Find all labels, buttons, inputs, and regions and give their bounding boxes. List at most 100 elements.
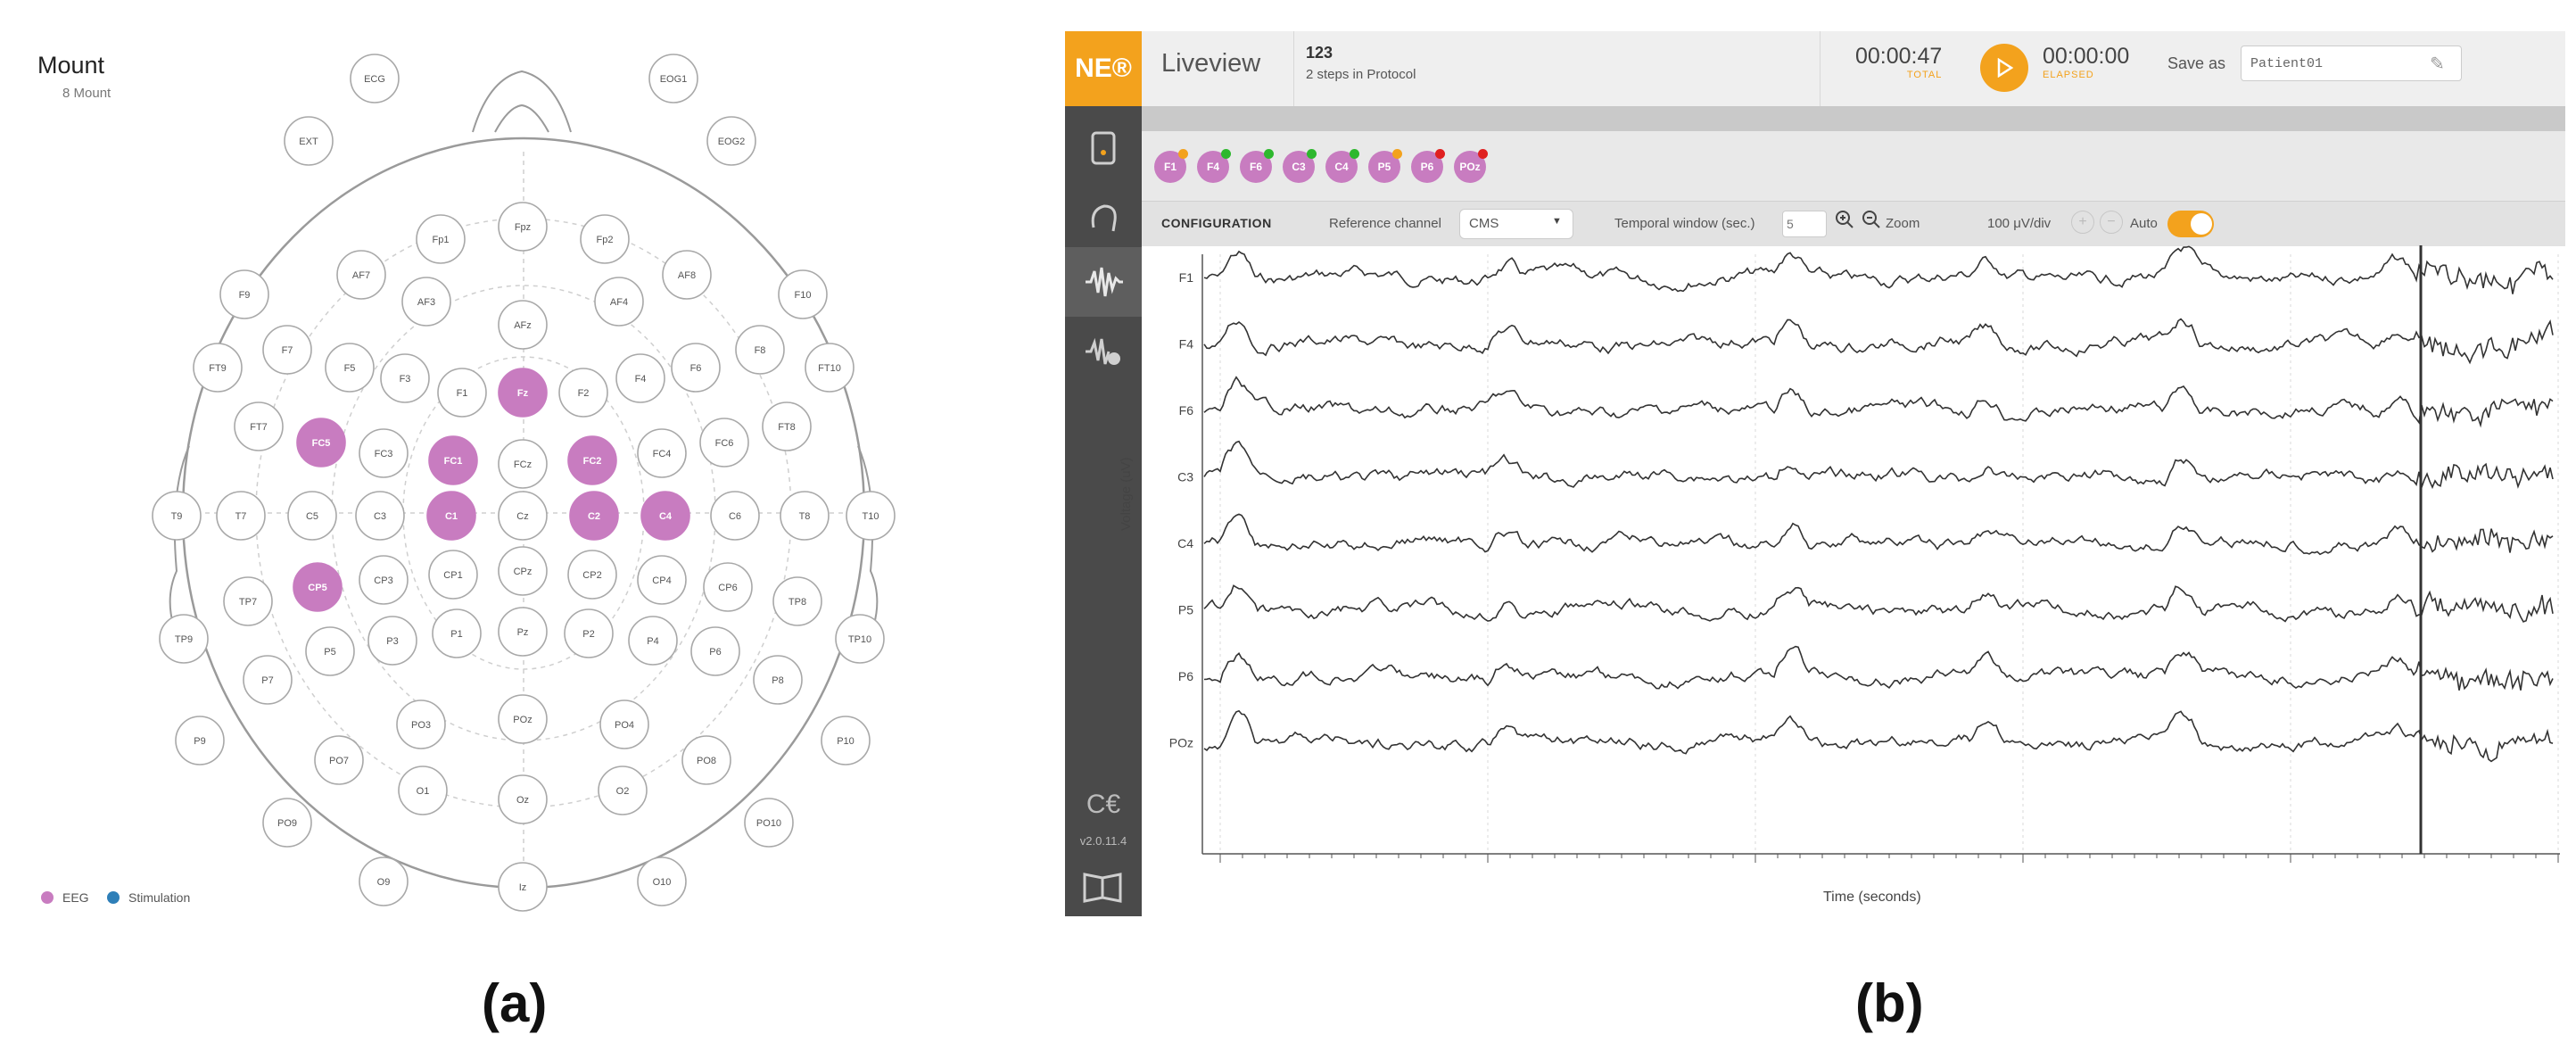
electrode-cp3[interactable]: CP3 [359, 555, 409, 605]
electrode-po4[interactable]: PO4 [599, 699, 649, 749]
electrode-f5[interactable]: F5 [325, 343, 375, 393]
electrode-f1[interactable]: F1 [437, 368, 487, 418]
electrode-cp2[interactable]: CP2 [567, 550, 617, 600]
temporal-window-input[interactable] [1782, 211, 1827, 237]
electrode-t7[interactable]: T7 [216, 491, 266, 541]
electrode-poz[interactable]: POz [498, 694, 548, 744]
electrode-p7[interactable]: P7 [243, 655, 293, 705]
electrode-p6[interactable]: P6 [690, 626, 740, 676]
scale-increase-button[interactable]: + [2071, 211, 2094, 234]
electrode-o10[interactable]: O10 [637, 857, 687, 906]
electrode-o1[interactable]: O1 [398, 765, 448, 815]
channel-chip-c3[interactable]: C3 [1283, 149, 1317, 183]
scale-decrease-button[interactable]: − [2100, 211, 2123, 234]
electrode-f8[interactable]: F8 [735, 325, 785, 375]
electrode-p9[interactable]: P9 [175, 716, 225, 765]
electrode-fc3[interactable]: FC3 [359, 428, 409, 478]
electrode-fpz[interactable]: Fpz [498, 202, 548, 252]
electrode-eog1[interactable]: EOG1 [648, 54, 698, 103]
electrode-po9[interactable]: PO9 [262, 798, 312, 848]
electrode-tp8[interactable]: TP8 [772, 576, 822, 626]
channel-chip-poz[interactable]: POz [1454, 149, 1488, 183]
electrode-f3[interactable]: F3 [380, 353, 430, 403]
electrode-fz[interactable]: Fz [498, 368, 548, 418]
play-button[interactable] [1980, 44, 2028, 92]
electrode-po10[interactable]: PO10 [744, 798, 794, 848]
electrode-p5[interactable]: P5 [305, 626, 355, 676]
electrode-cp5[interactable]: CP5 [293, 562, 343, 612]
channel-chip-p6[interactable]: P6 [1411, 149, 1445, 183]
electrode-cp1[interactable]: CP1 [428, 550, 478, 600]
electrode-p10[interactable]: P10 [821, 716, 871, 765]
electrode-f9[interactable]: F9 [219, 269, 269, 319]
device-icon[interactable] [1065, 113, 1142, 183]
electrode-ft7[interactable]: FT7 [234, 401, 284, 451]
electrode-ft8[interactable]: FT8 [762, 401, 812, 451]
electrode-fc4[interactable]: FC4 [637, 428, 687, 478]
electrode-tp9[interactable]: TP9 [159, 614, 209, 664]
electrode-c3[interactable]: C3 [355, 491, 405, 541]
waveform-icon[interactable] [1065, 247, 1142, 317]
electrode-c5[interactable]: C5 [287, 491, 337, 541]
electrode-o2[interactable]: O2 [598, 765, 648, 815]
electrode-c2[interactable]: C2 [569, 491, 619, 541]
electrode-cpz[interactable]: CPz [498, 546, 548, 596]
electrode-cz[interactable]: Cz [498, 491, 548, 541]
channel-chip-f4[interactable]: F4 [1197, 149, 1231, 183]
electrode-fc5[interactable]: FC5 [296, 418, 346, 468]
electrode-oz[interactable]: Oz [498, 774, 548, 824]
save-as-input[interactable] [2241, 46, 2462, 81]
electrode-af3[interactable]: AF3 [401, 277, 451, 327]
electrode-ext[interactable]: EXT [284, 116, 334, 166]
electrode-o9[interactable]: O9 [359, 857, 409, 906]
electrode-t10[interactable]: T10 [846, 491, 896, 541]
electrode-ft10[interactable]: FT10 [805, 343, 855, 393]
electrode-af7[interactable]: AF7 [336, 250, 386, 300]
electrode-p4[interactable]: P4 [628, 616, 678, 666]
electrode-fp1[interactable]: Fp1 [416, 214, 466, 264]
electrode-p3[interactable]: P3 [367, 616, 417, 666]
manual-icon[interactable] [1065, 852, 1142, 922]
electrode-fp2[interactable]: Fp2 [580, 214, 630, 264]
electrode-po8[interactable]: PO8 [681, 735, 731, 785]
electrode-c6[interactable]: C6 [710, 491, 760, 541]
electrode-f4[interactable]: F4 [615, 353, 665, 403]
electrode-f2[interactable]: F2 [558, 368, 608, 418]
electrode-tp7[interactable]: TP7 [223, 576, 273, 626]
channel-chip-f6[interactable]: F6 [1240, 149, 1274, 183]
zoom-out-icon[interactable] [1861, 209, 1882, 236]
electrode-f10[interactable]: F10 [778, 269, 828, 319]
electrode-p2[interactable]: P2 [564, 608, 614, 658]
electrode-cp6[interactable]: CP6 [703, 562, 753, 612]
electrode-fcz[interactable]: FCz [498, 439, 548, 489]
electrode-t9[interactable]: T9 [152, 491, 202, 541]
stimulation-icon[interactable] [1065, 317, 1142, 386]
edit-pencil-icon[interactable]: ✎ [2430, 53, 2445, 75]
electrode-fc2[interactable]: FC2 [567, 435, 617, 485]
electrode-ft9[interactable]: FT9 [193, 343, 243, 393]
electrode-af4[interactable]: AF4 [594, 277, 644, 327]
electrode-po7[interactable]: PO7 [314, 735, 364, 785]
electrode-c4[interactable]: C4 [640, 491, 690, 541]
electrode-f6[interactable]: F6 [671, 343, 721, 393]
electrode-pz[interactable]: Pz [498, 607, 548, 657]
electrode-fc6[interactable]: FC6 [699, 418, 749, 468]
head-icon[interactable] [1065, 183, 1142, 252]
electrode-p8[interactable]: P8 [753, 655, 803, 705]
electrode-ecg[interactable]: ECG [350, 54, 400, 103]
channel-chip-p5[interactable]: P5 [1368, 149, 1402, 183]
electrode-afz[interactable]: AFz [498, 300, 548, 350]
electrode-eog2[interactable]: EOG2 [706, 116, 756, 166]
electrode-po3[interactable]: PO3 [396, 699, 446, 749]
zoom-in-icon[interactable] [1834, 209, 1855, 236]
toggle-knob[interactable] [2191, 213, 2212, 235]
electrode-p1[interactable]: P1 [432, 608, 482, 658]
electrode-f7[interactable]: F7 [262, 325, 312, 375]
electrode-cp4[interactable]: CP4 [637, 555, 687, 605]
electrode-tp10[interactable]: TP10 [835, 614, 885, 664]
electrode-fc1[interactable]: FC1 [428, 435, 478, 485]
channel-chip-c4[interactable]: C4 [1325, 149, 1359, 183]
electrode-t8[interactable]: T8 [780, 491, 830, 541]
channel-chip-f1[interactable]: F1 [1154, 149, 1188, 183]
electrode-c1[interactable]: C1 [426, 491, 476, 541]
